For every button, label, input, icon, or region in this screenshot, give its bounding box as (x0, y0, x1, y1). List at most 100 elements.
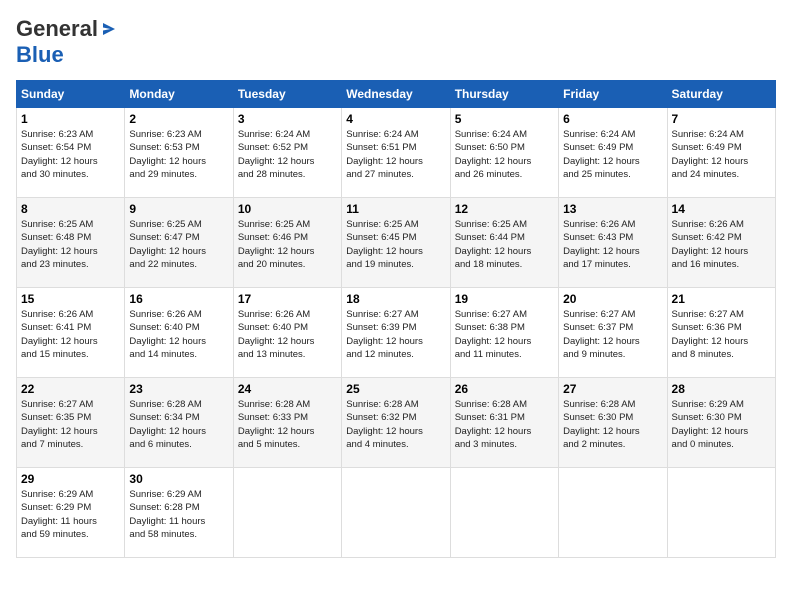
day-number: 20 (563, 292, 662, 306)
day-number: 25 (346, 382, 445, 396)
day-number: 11 (346, 202, 445, 216)
day-info: Sunrise: 6:29 AM Sunset: 6:28 PM Dayligh… (129, 488, 228, 541)
day-number: 13 (563, 202, 662, 216)
day-number: 7 (672, 112, 771, 126)
calendar-day-cell: 23Sunrise: 6:28 AM Sunset: 6:34 PM Dayli… (125, 378, 233, 468)
calendar-week-row: 29 Sunrise: 6:29 AM Sunset: 6:29 PM Dayli… (17, 468, 776, 558)
day-info: Sunrise: 6:24 AM Sunset: 6:51 PM Dayligh… (346, 128, 445, 181)
calendar-day-cell: 30 Sunrise: 6:29 AM Sunset: 6:28 PM Dayli… (125, 468, 233, 558)
day-info: Sunrise: 6:29 AM Sunset: 6:30 PM Dayligh… (672, 398, 771, 451)
calendar-day-cell: 14Sunrise: 6:26 AM Sunset: 6:42 PM Dayli… (667, 198, 775, 288)
day-number: 2 (129, 112, 228, 126)
calendar-day-cell: 24 Sunrise: 6:28 AM Sunset: 6:33 PM Dayli… (233, 378, 341, 468)
logo: General Blue (16, 16, 118, 68)
day-info: Sunrise: 6:25 AM Sunset: 6:45 PM Dayligh… (346, 218, 445, 271)
weekday-header: Sunday (17, 81, 125, 108)
day-number: 18 (346, 292, 445, 306)
calendar-day-cell: 21Sunrise: 6:27 AM Sunset: 6:36 PM Dayli… (667, 288, 775, 378)
weekday-header-row: SundayMondayTuesdayWednesdayThursdayFrid… (17, 81, 776, 108)
calendar-day-cell: 6 Sunrise: 6:24 AM Sunset: 6:49 PM Daylig… (559, 108, 667, 198)
calendar-week-row: 15Sunrise: 6:26 AM Sunset: 6:41 PM Dayli… (17, 288, 776, 378)
calendar-day-cell (450, 468, 558, 558)
day-info: Sunrise: 6:26 AM Sunset: 6:40 PM Dayligh… (238, 308, 337, 361)
day-info: Sunrise: 6:27 AM Sunset: 6:38 PM Dayligh… (455, 308, 554, 361)
calendar-day-cell: 10 Sunrise: 6:25 AM Sunset: 6:46 PM Dayli… (233, 198, 341, 288)
calendar-day-cell: 22 Sunrise: 6:27 AM Sunset: 6:35 PM Dayli… (17, 378, 125, 468)
day-number: 26 (455, 382, 554, 396)
calendar-day-cell: 28 Sunrise: 6:29 AM Sunset: 6:30 PM Dayli… (667, 378, 775, 468)
day-info: Sunrise: 6:27 AM Sunset: 6:35 PM Dayligh… (21, 398, 120, 451)
calendar-day-cell: 8 Sunrise: 6:25 AM Sunset: 6:48 PM Daylig… (17, 198, 125, 288)
day-info: Sunrise: 6:28 AM Sunset: 6:30 PM Dayligh… (563, 398, 662, 451)
calendar-day-cell: 12 Sunrise: 6:25 AM Sunset: 6:44 PM Dayli… (450, 198, 558, 288)
day-number: 9 (129, 202, 228, 216)
day-number: 29 (21, 472, 120, 486)
calendar-day-cell: 16 Sunrise: 6:26 AM Sunset: 6:40 PM Dayli… (125, 288, 233, 378)
calendar-day-cell: 5 Sunrise: 6:24 AM Sunset: 6:50 PM Daylig… (450, 108, 558, 198)
day-number: 16 (129, 292, 228, 306)
day-info: Sunrise: 6:26 AM Sunset: 6:40 PM Dayligh… (129, 308, 228, 361)
day-number: 28 (672, 382, 771, 396)
weekday-header: Monday (125, 81, 233, 108)
day-info: Sunrise: 6:28 AM Sunset: 6:32 PM Dayligh… (346, 398, 445, 451)
day-info: Sunrise: 6:29 AM Sunset: 6:29 PM Dayligh… (21, 488, 120, 541)
day-number: 17 (238, 292, 337, 306)
logo-blue: Blue (16, 42, 64, 67)
calendar-day-cell: 29 Sunrise: 6:29 AM Sunset: 6:29 PM Dayli… (17, 468, 125, 558)
day-number: 8 (21, 202, 120, 216)
day-info: Sunrise: 6:26 AM Sunset: 6:43 PM Dayligh… (563, 218, 662, 271)
calendar-day-cell: 15Sunrise: 6:26 AM Sunset: 6:41 PM Dayli… (17, 288, 125, 378)
day-number: 22 (21, 382, 120, 396)
calendar-week-row: 22 Sunrise: 6:27 AM Sunset: 6:35 PM Dayli… (17, 378, 776, 468)
weekday-header: Thursday (450, 81, 558, 108)
day-info: Sunrise: 6:24 AM Sunset: 6:50 PM Dayligh… (455, 128, 554, 181)
day-number: 30 (129, 472, 228, 486)
day-info: Sunrise: 6:27 AM Sunset: 6:39 PM Dayligh… (346, 308, 445, 361)
day-info: Sunrise: 6:28 AM Sunset: 6:31 PM Dayligh… (455, 398, 554, 451)
calendar-day-cell (559, 468, 667, 558)
day-info: Sunrise: 6:25 AM Sunset: 6:47 PM Dayligh… (129, 218, 228, 271)
day-number: 6 (563, 112, 662, 126)
calendar-day-cell (233, 468, 341, 558)
calendar-day-cell: 7Sunrise: 6:24 AM Sunset: 6:49 PM Daylig… (667, 108, 775, 198)
calendar-day-cell: 11 Sunrise: 6:25 AM Sunset: 6:45 PM Dayli… (342, 198, 450, 288)
day-number: 1 (21, 112, 120, 126)
day-number: 19 (455, 292, 554, 306)
calendar-day-cell: 26 Sunrise: 6:28 AM Sunset: 6:31 PM Dayli… (450, 378, 558, 468)
day-info: Sunrise: 6:23 AM Sunset: 6:53 PM Dayligh… (129, 128, 228, 181)
day-number: 27 (563, 382, 662, 396)
logo-general: General (16, 16, 98, 42)
day-number: 15 (21, 292, 120, 306)
calendar-day-cell: 18 Sunrise: 6:27 AM Sunset: 6:39 PM Dayli… (342, 288, 450, 378)
calendar-day-cell: 17 Sunrise: 6:26 AM Sunset: 6:40 PM Dayli… (233, 288, 341, 378)
day-number: 10 (238, 202, 337, 216)
logo-icon (100, 20, 118, 38)
day-number: 5 (455, 112, 554, 126)
day-number: 4 (346, 112, 445, 126)
calendar-day-cell: 25 Sunrise: 6:28 AM Sunset: 6:32 PM Dayli… (342, 378, 450, 468)
calendar-day-cell (342, 468, 450, 558)
day-number: 3 (238, 112, 337, 126)
day-number: 24 (238, 382, 337, 396)
calendar-day-cell: 9 Sunrise: 6:25 AM Sunset: 6:47 PM Daylig… (125, 198, 233, 288)
calendar-day-cell: 3Sunrise: 6:24 AM Sunset: 6:52 PM Daylig… (233, 108, 341, 198)
day-info: Sunrise: 6:28 AM Sunset: 6:33 PM Dayligh… (238, 398, 337, 451)
calendar-day-cell: 2 Sunrise: 6:23 AM Sunset: 6:53 PM Daylig… (125, 108, 233, 198)
calendar-day-cell: 19 Sunrise: 6:27 AM Sunset: 6:38 PM Dayli… (450, 288, 558, 378)
day-info: Sunrise: 6:25 AM Sunset: 6:44 PM Dayligh… (455, 218, 554, 271)
day-number: 23 (129, 382, 228, 396)
weekday-header: Wednesday (342, 81, 450, 108)
calendar-week-row: 8 Sunrise: 6:25 AM Sunset: 6:48 PM Daylig… (17, 198, 776, 288)
day-info: Sunrise: 6:25 AM Sunset: 6:48 PM Dayligh… (21, 218, 120, 271)
weekday-header: Tuesday (233, 81, 341, 108)
calendar-day-cell: 20 Sunrise: 6:27 AM Sunset: 6:37 PM Dayli… (559, 288, 667, 378)
calendar-week-row: 1 Sunrise: 6:23 AM Sunset: 6:54 PM Daylig… (17, 108, 776, 198)
day-info: Sunrise: 6:23 AM Sunset: 6:54 PM Dayligh… (21, 128, 120, 181)
day-info: Sunrise: 6:25 AM Sunset: 6:46 PM Dayligh… (238, 218, 337, 271)
day-info: Sunrise: 6:27 AM Sunset: 6:37 PM Dayligh… (563, 308, 662, 361)
day-info: Sunrise: 6:24 AM Sunset: 6:49 PM Dayligh… (563, 128, 662, 181)
day-number: 14 (672, 202, 771, 216)
weekday-header: Friday (559, 81, 667, 108)
calendar-day-cell (667, 468, 775, 558)
day-number: 12 (455, 202, 554, 216)
